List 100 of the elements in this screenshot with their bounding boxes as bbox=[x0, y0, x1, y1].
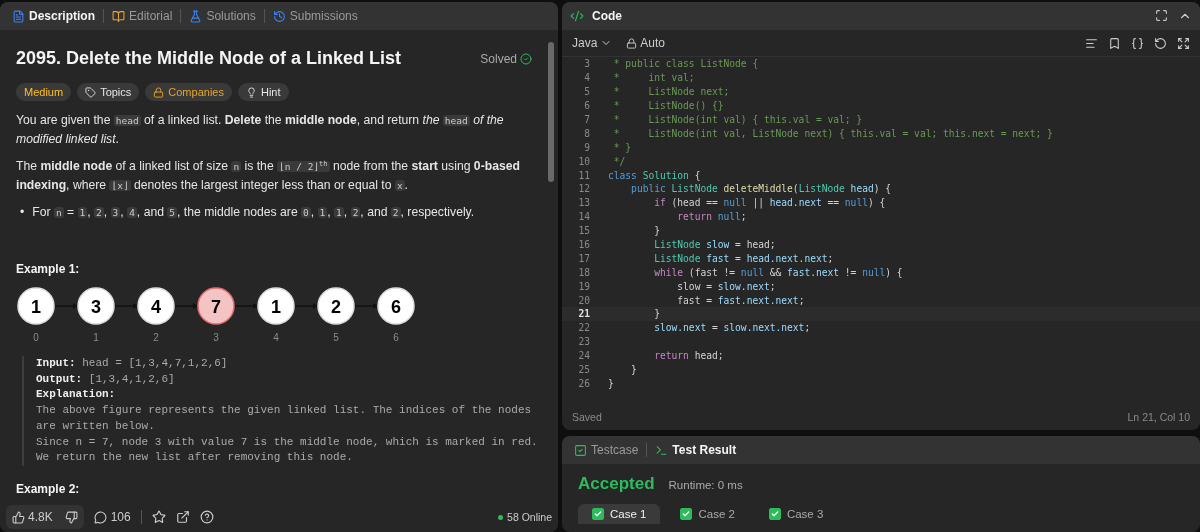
cursor-position: Ln 21, Col 10 bbox=[1127, 411, 1190, 423]
lock-icon bbox=[153, 86, 165, 98]
code-line: } bbox=[653, 225, 660, 237]
arrow bbox=[113, 303, 138, 309]
code-line: class Solution { bbox=[608, 169, 701, 181]
panel-tab[interactable]: Solutions bbox=[185, 9, 260, 23]
line-number: 15 bbox=[577, 225, 590, 237]
braces-icon[interactable] bbox=[1131, 36, 1144, 50]
tag-chip[interactable]: Hint bbox=[237, 83, 289, 101]
scrollbar[interactable] bbox=[548, 42, 554, 182]
history-icon bbox=[272, 9, 286, 23]
node-index: 4 bbox=[273, 332, 279, 343]
runtime: Runtime: 0 ms bbox=[668, 479, 743, 491]
panel-title: Code bbox=[591, 9, 623, 23]
code-line: * ListNode(int val) { this.val = val; } bbox=[612, 114, 863, 125]
example-line: Output: [1,3,4,1,2,6] bbox=[36, 371, 176, 387]
code-line: public ListNode deleteMiddle(ListNode head) { bbox=[630, 183, 892, 195]
code-line: * } bbox=[612, 141, 632, 153]
code-line: * ListNode(int val, ListNode next) { this.val = val; this.next = next; } bbox=[612, 127, 1053, 139]
bullet-marker: • bbox=[20, 204, 25, 221]
node-index: 1 bbox=[93, 332, 99, 343]
thumbs-down-icon bbox=[64, 510, 78, 524]
code-line: * int val; bbox=[612, 72, 695, 84]
line-number: 14 bbox=[577, 211, 590, 223]
line-number: 4 bbox=[583, 72, 590, 84]
example-heading: Example 1: bbox=[16, 262, 81, 276]
star-icon[interactable] bbox=[151, 510, 166, 524]
terminal-icon bbox=[655, 443, 669, 457]
list-node: 1 bbox=[257, 287, 295, 325]
code-line: if (head == null || head.next == null) { bbox=[653, 197, 886, 209]
panel-tab[interactable]: Submissions bbox=[268, 9, 362, 23]
case-tab[interactable]: Case 1 bbox=[578, 504, 661, 524]
difficulty-tag[interactable]: Medium bbox=[16, 83, 72, 101]
panel-tab[interactable]: Editorial bbox=[108, 9, 177, 23]
bookmark-icon[interactable] bbox=[1108, 36, 1121, 50]
node-index: 3 bbox=[213, 332, 219, 343]
share-icon[interactable] bbox=[175, 510, 190, 524]
check-circle-icon bbox=[520, 52, 532, 65]
problem-title: 2095. Delete the Middle Node of a Linked List bbox=[16, 48, 402, 69]
list-node: 7 bbox=[197, 287, 235, 325]
help-icon[interactable] bbox=[199, 510, 214, 524]
line-number: 22 bbox=[577, 322, 590, 334]
save-status: Saved bbox=[572, 411, 602, 423]
line-number: 25 bbox=[577, 364, 590, 376]
list-node: 4 bbox=[137, 287, 175, 325]
arrow bbox=[53, 303, 78, 309]
line-number: 11 bbox=[577, 169, 590, 181]
code-line: while (fast != null && fast.next != null) { bbox=[653, 266, 903, 278]
comments-button[interactable]: 106 bbox=[93, 510, 131, 524]
node-index: 5 bbox=[333, 332, 339, 343]
solved-status: Solved bbox=[480, 51, 532, 66]
line-number: 19 bbox=[577, 280, 590, 292]
line-number: 26 bbox=[577, 377, 590, 389]
description-paragraph: The middle node of a linked list of size n is the ⌊n / 2⌋$^{th}$ node from the start using 0-based indexing, where ⌊x⌋ denotes the largest integer less than or equal to x . bbox=[16, 158, 521, 194]
arrow bbox=[293, 303, 318, 309]
example-line: Input: head = [1,3,4,7,1,2,6] bbox=[36, 356, 229, 371]
panel-tab[interactable]: Test Result bbox=[651, 443, 741, 457]
example-heading: Example 2: bbox=[16, 481, 81, 496]
line-number: 5 bbox=[583, 86, 590, 98]
line-number: 17 bbox=[577, 252, 590, 264]
fullscreen-icon[interactable] bbox=[1155, 9, 1168, 22]
case-tab[interactable]: Case 3 bbox=[754, 504, 838, 524]
code-line: ListNode slow = head; bbox=[653, 239, 776, 250]
arrow bbox=[353, 303, 378, 309]
language-dropdown[interactable]: Java bbox=[572, 36, 613, 50]
tag-chip[interactable]: Companies bbox=[145, 83, 232, 101]
code-line: } bbox=[653, 308, 660, 320]
line-number: 8 bbox=[583, 127, 590, 139]
lock-icon bbox=[626, 37, 638, 49]
tag-chip[interactable]: Topics bbox=[77, 83, 140, 101]
line-number: 9 bbox=[583, 141, 590, 153]
mode-dropdown[interactable]: Auto bbox=[626, 36, 666, 50]
reset-icon[interactable] bbox=[1154, 36, 1167, 50]
line-number: 16 bbox=[577, 239, 590, 250]
thumbs-up-icon bbox=[12, 510, 25, 524]
expand-icon[interactable] bbox=[1177, 36, 1190, 50]
example-line: We return the new list after removing this node. bbox=[36, 450, 354, 466]
example-line: The above figure represents the given linked list. The indices of the nodes bbox=[36, 403, 532, 419]
line-number: 20 bbox=[577, 294, 590, 306]
line-number: 10 bbox=[577, 155, 590, 167]
description-paragraph: You are given the head of a linked list. Delete the middle node, and return the head of the modified linked list. bbox=[16, 112, 505, 148]
arrow bbox=[173, 303, 198, 309]
line-number: 7 bbox=[583, 114, 590, 125]
line-number: 13 bbox=[577, 197, 590, 209]
verdict: Accepted bbox=[578, 474, 655, 494]
case-tab[interactable]: Case 2 bbox=[666, 504, 749, 524]
code-line: return head; bbox=[653, 350, 724, 362]
code-line: ListNode fast = head.next.next; bbox=[653, 252, 834, 264]
line-number: 24 bbox=[577, 350, 590, 362]
code-line: } bbox=[608, 377, 614, 389]
code-line: return null; bbox=[676, 211, 747, 223]
code-line: fast = fast.next.next; bbox=[676, 294, 805, 306]
code-line: slow.next = slow.next.next; bbox=[653, 322, 811, 334]
node-index: 6 bbox=[393, 332, 399, 343]
format-icon[interactable] bbox=[1085, 36, 1098, 50]
code-line: } bbox=[630, 364, 637, 376]
code-icon bbox=[570, 9, 584, 23]
lightbulb-icon bbox=[245, 86, 257, 98]
panel-tab[interactable]: Description bbox=[8, 9, 99, 23]
panel-tab[interactable]: Testcase bbox=[570, 443, 643, 457]
